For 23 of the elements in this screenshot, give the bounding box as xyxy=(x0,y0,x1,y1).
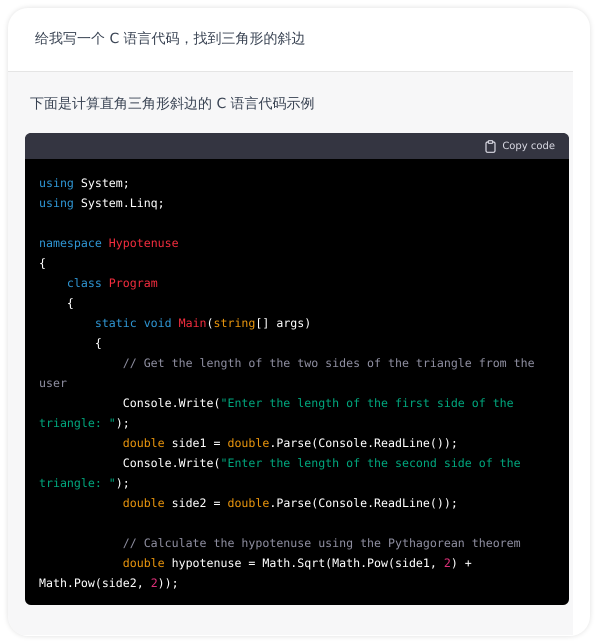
code-line: // Get the length of the two sides of the triangle from the xyxy=(122,355,536,372)
code-line: { xyxy=(94,335,103,352)
code-line: double hypotenuse = Math.Sqrt(Math.Pow(side1, 2) + xyxy=(122,555,473,572)
code-line: Console.Write("Enter the length of the first side of the xyxy=(122,395,515,412)
code-line: class Program xyxy=(66,275,159,292)
code-line: { xyxy=(66,295,75,312)
code-line: Console.Write("Enter the length of the second side of the xyxy=(122,455,522,472)
code-line: user xyxy=(39,375,68,392)
code-line: // Calculate the hypotenuse using the Pythagorean theorem xyxy=(122,535,522,552)
code-line: static void Main(string[] args) xyxy=(94,315,312,332)
assistant-reply: 下面是计算直角三角形斜边的 C 语言代码示例 xyxy=(29,95,316,114)
code-line: using System.Linq; xyxy=(39,195,166,212)
user-prompt: 给我写一个 C 语言代码，找到三角形的斜边 xyxy=(34,30,307,49)
clipboard-icon xyxy=(485,140,496,152)
code-line: double side2 = double.Parse(Console.ReadLine()); xyxy=(122,495,459,512)
code-line: Math.Pow(side2, 2)); xyxy=(39,575,180,592)
code-line: triangle: "); xyxy=(39,475,131,492)
copy-code-button[interactable]: Copy code xyxy=(485,140,555,152)
code-line: double side1 = double.Parse(Console.ReadLine()); xyxy=(122,435,459,452)
code-line: using System; xyxy=(39,175,131,192)
code-line: triangle: "); xyxy=(39,415,131,432)
code-line: { xyxy=(39,255,47,272)
code-line: namespace Hypotenuse xyxy=(39,235,180,252)
